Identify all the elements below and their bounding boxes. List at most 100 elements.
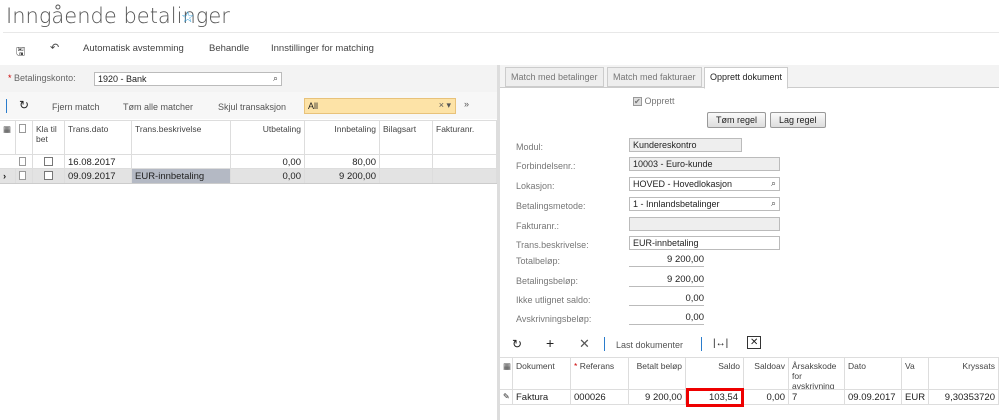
account-input[interactable]: 1920 - Bank ⌕ [94,72,282,86]
desc-label: Trans.beskrivelse: [516,240,589,250]
col-header[interactable]: Trans.beskrivelse [132,121,231,154]
location-field[interactable]: HOVED - Hovedlokasjon ⌕ [629,177,780,191]
search-icon[interactable]: ⌕ [771,198,776,209]
cell-balance-highlighted[interactable]: 103,54 [686,388,744,407]
location-value: HOVED - Hovedlokasjon [633,179,733,189]
tab-create-document[interactable]: Opprett dokument [704,67,789,89]
checkbox[interactable] [44,157,53,166]
fit-columns-icon[interactable]: |↔| [713,338,728,349]
col-header[interactable]: Saldoav [744,358,789,389]
account-bar: * Betalingskonto: 1920 - Bank ⌕ [0,65,497,92]
undo-icon[interactable]: ↶ [50,41,59,54]
cell-date: 16.08.2017 [65,155,132,168]
col-header[interactable]: Dato [845,358,902,389]
total-value: 9 200,00 [629,254,704,267]
cell-date: 09.09.2017 [65,169,132,183]
cell-desc [132,155,231,168]
remove-match-button[interactable]: Fjern match [52,102,100,112]
module-label: Modul: [516,142,544,152]
col-header[interactable]: Årsakskode for avskrivning [789,358,845,389]
table-row-selected[interactable]: › 09.09.2017 EUR-innbetaling 0,00 9 200,… [0,169,497,184]
clear-chevron-icon[interactable]: × ▾ [439,100,451,111]
file-icon [19,157,26,166]
payment-value: 9 200,00 [629,274,704,287]
file-icon [16,121,33,154]
hide-transaction-button[interactable]: Skjul transaksjon [218,102,286,112]
search-icon[interactable]: ⌕ [771,178,776,189]
col-header[interactable]: Fakturanr. [433,121,497,154]
col-header[interactable]: Va [902,358,929,389]
make-rule-button[interactable]: Lag regel [770,112,826,128]
filter-select[interactable]: All × ▾ [304,98,456,114]
right-grid-header: ▦ Dokument * Referans Betalt beløp Saldo… [500,357,999,390]
partner-label: Forbindelsenr.: [516,161,576,171]
create-checkbox[interactable]: ✔ Opprett [633,96,675,106]
refresh-icon[interactable]: ↻ [512,337,522,351]
cell-reference: 000026 [571,390,629,404]
tab-match-invoices[interactable]: Match med fakturaer [607,67,702,87]
load-documents-button[interactable]: Last dokumenter [616,340,683,350]
row-pointer-icon: › [0,169,16,183]
matching-settings-button[interactable]: Innstillinger for matching [271,43,374,54]
left-grid-header: ▦ Kla til bet Trans.dato Trans.beskrivel… [0,120,497,155]
refresh-icon[interactable]: ↻ [19,98,29,112]
cell-rate: 9,30353720 [929,390,999,404]
grid-settings-icon[interactable]: ▦ [500,358,513,389]
checkbox[interactable] [44,171,53,180]
add-icon[interactable]: + [546,335,554,351]
col-header[interactable]: Kla til bet [33,121,65,154]
total-label: Totalbeløp: [516,256,561,266]
col-header[interactable]: Utbetaling [231,121,305,154]
location-label: Lokasjon: [516,181,555,191]
col-header[interactable]: Betalt beløp [629,358,686,389]
create-label: Opprett [644,96,675,106]
col-header[interactable]: Saldo [686,358,744,389]
cell-out: 0,00 [231,155,305,168]
export-excel-icon[interactable]: ✕ [747,336,762,349]
favorite-star-icon[interactable]: ☆ [181,8,194,26]
writeoff-label: Avskrivningsbeløp: [516,314,592,324]
invoice-field [629,217,780,231]
writeoff-value: 0,00 [629,312,704,325]
table-row[interactable]: ✎ Faktura 000026 9 200,00 103,54 0,00 7 … [500,388,999,407]
partner-field: 10003 - Euro-kunde [629,157,780,171]
cell-currency: EUR [902,390,929,404]
col-header[interactable]: Bilagsart [380,121,433,154]
clear-all-matches-button[interactable]: Tøm alle matcher [123,102,193,112]
account-label: Betalingskonto: [14,73,76,83]
method-value: 1 - Innlandsbetalinger [633,199,720,209]
cell-in: 80,00 [305,155,380,168]
page-title: Inngående betalinger [6,4,230,28]
cell-in: 9 200,00 [305,169,380,183]
delete-icon[interactable]: ✕ [579,336,590,352]
edit-pencil-icon: ✎ [500,390,513,404]
invoice-label: Fakturanr.: [516,221,560,231]
account-value: 1920 - Bank [98,74,147,84]
method-label: Betalingsmetode: [516,201,586,211]
col-header[interactable]: Kryssats [929,358,999,389]
filter-value: All [308,101,319,111]
unapplied-value: 0,00 [629,293,704,306]
cell-reason: 7 [789,390,845,404]
col-header[interactable]: * Referans [571,358,629,389]
method-field[interactable]: 1 - Innlandsbetalinger ⌕ [629,197,780,211]
cell-desc[interactable]: EUR-innbetaling [132,169,231,183]
clear-rule-button[interactable]: Tøm regel [707,112,767,128]
search-icon[interactable]: ⌕ [273,73,278,84]
file-icon [19,171,26,180]
col-header[interactable]: Dokument [513,358,571,389]
payment-label: Betalingsbeløp: [516,276,579,286]
save-icon[interactable]: 🖫 [16,43,25,62]
more-icon[interactable]: » [464,99,469,109]
cell-out: 0,00 [231,169,305,183]
process-button[interactable]: Behandle [209,43,249,54]
col-header[interactable]: Trans.dato [65,121,132,154]
module-field: Kundereskontro [629,138,742,152]
grid-settings-icon[interactable]: ▦ [0,121,16,154]
cell-paid: 9 200,00 [629,390,686,404]
tab-match-payments[interactable]: Match med betalinger [505,67,604,87]
desc-field[interactable]: EUR-innbetaling [629,236,780,250]
table-row[interactable]: 16.08.2017 0,00 80,00 [0,155,497,169]
col-header[interactable]: Innbetaling [305,121,380,154]
auto-reconcile-button[interactable]: Automatisk avstemming [83,43,184,54]
